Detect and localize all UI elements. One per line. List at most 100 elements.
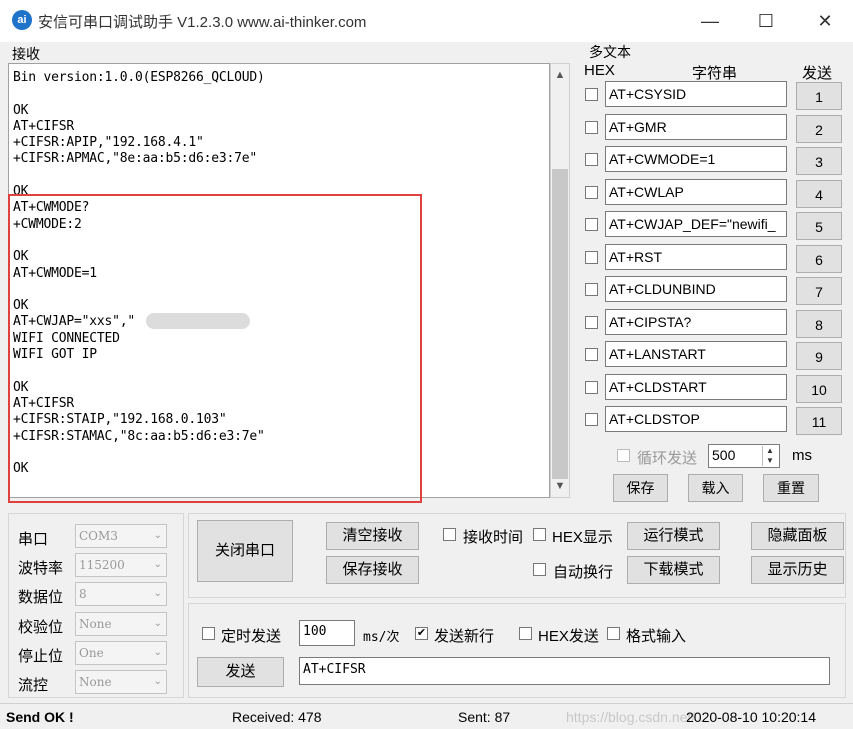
auto-wrap-label: 自动换行 bbox=[553, 564, 614, 581]
string-column-header: 字符串 bbox=[692, 65, 738, 82]
loop-send-label: 循环发送 bbox=[637, 450, 698, 467]
hex-checkbox[interactable] bbox=[585, 120, 598, 134]
send-command-button[interactable]: 1 bbox=[796, 82, 842, 110]
receive-line: +CIFSR:APIP,"192.168.4.1" bbox=[13, 135, 204, 151]
load-button[interactable]: 载入 bbox=[688, 474, 743, 502]
interval-input[interactable]: 100 bbox=[299, 620, 355, 646]
close-button[interactable]: ✕ bbox=[805, 8, 845, 34]
hide-panel-button[interactable]: 隐藏面板 bbox=[751, 522, 844, 550]
format-input-label: 格式输入 bbox=[626, 628, 687, 645]
send-newline-checkbox[interactable]: ✔ bbox=[415, 627, 428, 640]
chevron-down-icon: ⌄ bbox=[153, 676, 162, 687]
hex-checkbox[interactable] bbox=[585, 413, 598, 426]
receive-scrollbar[interactable]: ▲ ▼ bbox=[550, 63, 570, 498]
command-input[interactable]: AT+CIPSTA? bbox=[605, 308, 787, 335]
send-command-button[interactable]: 11 bbox=[796, 407, 842, 435]
send-input[interactable]: AT+CIFSR bbox=[299, 657, 830, 685]
hex-checkbox[interactable] bbox=[585, 380, 598, 394]
command-input[interactable]: AT+CLDSTART bbox=[605, 373, 787, 400]
port-field-value: None bbox=[79, 675, 112, 689]
scroll-thumb[interactable] bbox=[552, 169, 568, 479]
hex-checkbox[interactable] bbox=[585, 315, 598, 329]
title-bar: ai 安信可串口调试助手 V1.2.3.0 www.ai-thinker.com… bbox=[0, 0, 853, 42]
send-command-button[interactable]: 7 bbox=[796, 277, 842, 305]
close-port-button[interactable]: 关闭串口 bbox=[197, 520, 293, 582]
port-field-value: 8 bbox=[79, 587, 87, 602]
hex-checkbox[interactable] bbox=[585, 88, 598, 101]
loop-interval-value: 500 bbox=[712, 447, 736, 463]
hex-checkbox[interactable] bbox=[585, 218, 598, 231]
ms-label: ms bbox=[792, 447, 812, 464]
hex-send-label: HEX发送 bbox=[538, 628, 599, 645]
chevron-down-icon: ⌄ bbox=[153, 530, 162, 541]
receive-line bbox=[13, 86, 265, 102]
send-command-button[interactable]: 9 bbox=[796, 342, 842, 370]
send-command-button[interactable]: 10 bbox=[796, 374, 842, 403]
port-field-select[interactable]: None ⌄ bbox=[75, 611, 167, 636]
hex-column-header: HEX bbox=[584, 62, 615, 79]
highlight-box bbox=[8, 194, 422, 503]
command-input[interactable]: AT+LANSTART bbox=[605, 341, 787, 367]
port-field-select[interactable]: 115200 ⌄ bbox=[75, 553, 167, 578]
scroll-up-icon[interactable]: ▲ bbox=[551, 66, 569, 84]
hex-display-checkbox[interactable] bbox=[533, 528, 546, 541]
send-command-button[interactable]: 3 bbox=[796, 147, 842, 175]
port-field-label: 停止位 bbox=[18, 647, 64, 665]
loop-send-checkbox[interactable] bbox=[617, 449, 630, 462]
auto-wrap-checkbox[interactable] bbox=[533, 563, 546, 576]
hex-checkbox[interactable] bbox=[585, 348, 598, 361]
send-column-header: 发送 bbox=[802, 65, 833, 82]
hex-checkbox[interactable] bbox=[585, 283, 598, 296]
send-command-button[interactable]: 4 bbox=[796, 179, 842, 208]
command-input[interactable]: AT+CWLAP bbox=[605, 178, 787, 205]
port-field-label: 流控 bbox=[18, 677, 49, 694]
port-field-label: 波特率 bbox=[18, 560, 64, 578]
command-input[interactable]: AT+RST bbox=[605, 243, 787, 270]
received-count: Received: 478 bbox=[232, 709, 322, 725]
reset-button[interactable]: 重置 bbox=[763, 474, 819, 502]
loop-interval-input[interactable]: 500 ▲ ▼ bbox=[708, 444, 780, 468]
hex-send-checkbox[interactable] bbox=[519, 627, 532, 640]
save-button[interactable]: 保存 bbox=[613, 474, 668, 502]
send-command-button[interactable]: 2 bbox=[796, 114, 842, 143]
hex-checkbox[interactable] bbox=[585, 153, 598, 166]
port-field-value: One bbox=[79, 645, 104, 660]
command-input[interactable]: AT+CLDSTOP bbox=[605, 406, 787, 432]
send-newline-label: 发送新行 bbox=[434, 628, 495, 645]
format-input-checkbox[interactable] bbox=[607, 627, 620, 640]
port-field-select[interactable]: COM3 ⌄ bbox=[75, 524, 167, 548]
send-command-button[interactable]: 5 bbox=[796, 212, 842, 240]
chevron-down-icon: ⌄ bbox=[153, 646, 162, 658]
receive-line: Bin version:1.0.0(ESP8266_QCLOUD) bbox=[13, 70, 265, 85]
hex-checkbox[interactable] bbox=[585, 185, 598, 199]
send-button[interactable]: 发送 bbox=[197, 657, 284, 687]
minimize-button[interactable]: — bbox=[690, 8, 730, 34]
receive-label: 接收 bbox=[12, 46, 40, 62]
hex-checkbox[interactable] bbox=[585, 250, 598, 264]
multi-text-label: 多文本 bbox=[589, 44, 631, 60]
send-command-button[interactable]: 8 bbox=[796, 309, 842, 338]
interval-unit-label: ms/次 bbox=[363, 630, 400, 645]
command-input[interactable]: AT+GMR bbox=[605, 113, 787, 140]
clear-receive-button[interactable]: 清空接收 bbox=[326, 522, 419, 550]
maximize-button[interactable]: ☐ bbox=[746, 8, 786, 34]
port-field-select[interactable]: 8 ⌄ bbox=[75, 582, 167, 607]
port-field-label: 数据位 bbox=[18, 589, 64, 607]
receive-time-checkbox[interactable] bbox=[443, 528, 456, 541]
send-command-button[interactable]: 6 bbox=[796, 244, 842, 273]
show-history-button[interactable]: 显示历史 bbox=[751, 556, 844, 584]
download-mode-button[interactable]: 下载模式 bbox=[627, 556, 720, 584]
spin-icon[interactable]: ▲ ▼ bbox=[762, 446, 777, 466]
timed-send-checkbox[interactable] bbox=[202, 627, 215, 640]
save-receive-button[interactable]: 保存接收 bbox=[326, 556, 419, 584]
run-mode-button[interactable]: 运行模式 bbox=[627, 522, 720, 550]
port-field-select[interactable]: None ⌄ bbox=[75, 670, 167, 694]
command-input[interactable]: AT+CWMODE=1 bbox=[605, 146, 787, 172]
chevron-down-icon: ⌄ bbox=[153, 559, 162, 571]
command-input[interactable]: AT+CLDUNBIND bbox=[605, 276, 787, 302]
window-title: 安信可串口调试助手 V1.2.3.0 www.ai-thinker.com bbox=[38, 14, 367, 31]
command-input[interactable]: AT+CWJAP_DEF="newifi_ bbox=[605, 211, 787, 237]
command-input[interactable]: AT+CSYSID bbox=[605, 81, 787, 107]
port-field-select[interactable]: One ⌄ bbox=[75, 640, 167, 665]
scroll-down-icon[interactable]: ▼ bbox=[551, 477, 569, 495]
